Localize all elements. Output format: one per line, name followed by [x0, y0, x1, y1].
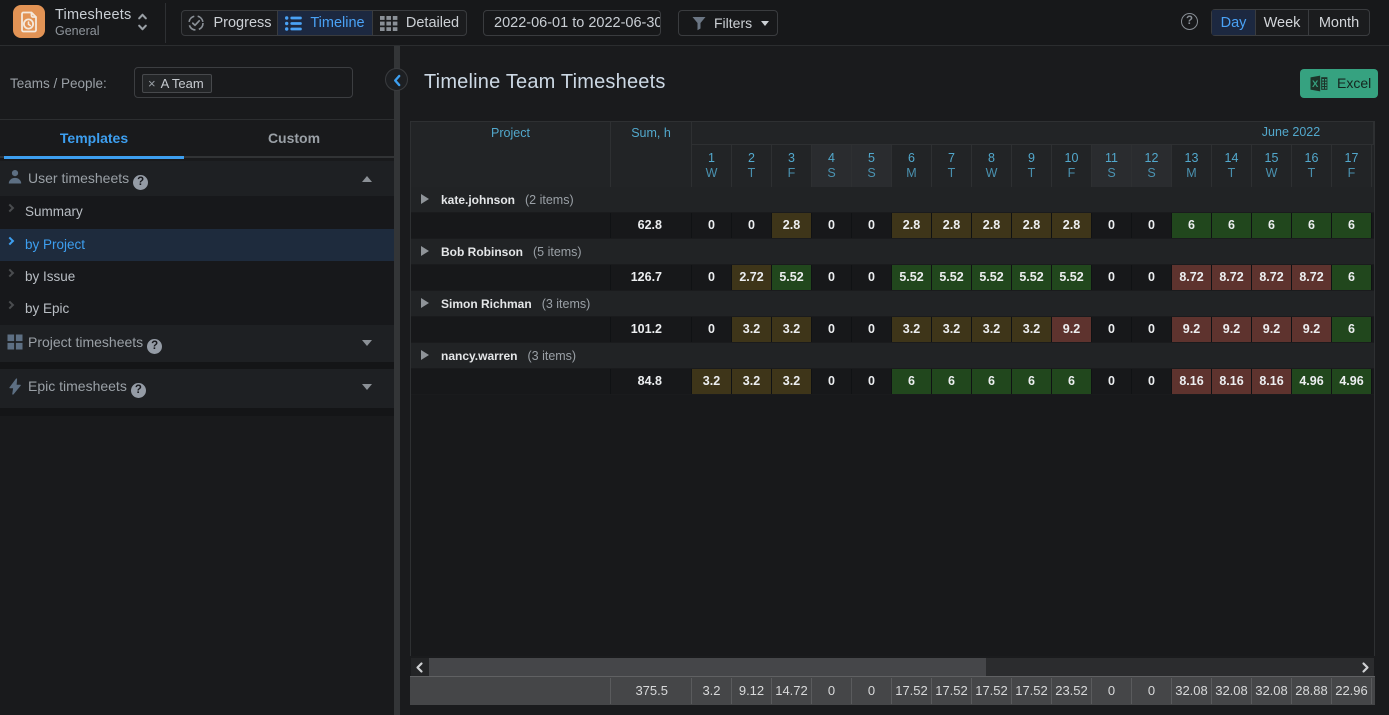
svg-text:X: X — [1312, 79, 1319, 90]
